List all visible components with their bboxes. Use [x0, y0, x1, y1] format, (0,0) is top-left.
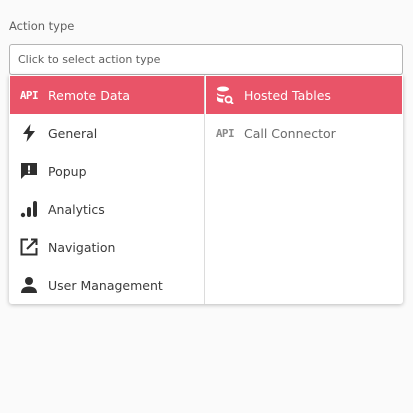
category-item-analytics[interactable]: Analytics — [10, 190, 204, 228]
action-list: Hosted Tables API Call Connector — [205, 75, 403, 304]
category-list: API Remote Data General Popup Analytics … — [9, 75, 205, 304]
lightning-icon — [20, 124, 38, 142]
database-search-icon — [216, 86, 234, 104]
category-label: Remote Data — [48, 87, 131, 103]
category-item-remote-data[interactable]: API Remote Data — [10, 76, 204, 114]
action-item-hosted-tables[interactable]: Hosted Tables — [206, 76, 402, 114]
bar-chart-icon — [20, 200, 38, 218]
person-icon — [20, 276, 38, 294]
category-item-navigation[interactable]: Navigation — [10, 228, 204, 266]
action-type-select[interactable]: Click to select action type — [9, 44, 403, 75]
category-item-general[interactable]: General — [10, 114, 204, 152]
popup-alert-icon — [20, 162, 38, 180]
action-label: Hosted Tables — [244, 87, 331, 103]
category-label: Navigation — [48, 239, 116, 255]
category-label: User Management — [48, 277, 163, 293]
field-label: Action type — [9, 19, 75, 33]
action-type-dropdown: API Remote Data General Popup Analytics … — [9, 75, 403, 304]
category-label: Analytics — [48, 201, 105, 217]
category-item-user-management[interactable]: User Management — [10, 266, 204, 304]
api-icon: API — [19, 88, 39, 102]
category-label: General — [48, 125, 98, 141]
action-label: Call Connector — [244, 125, 336, 141]
select-placeholder: Click to select action type — [18, 53, 161, 66]
category-item-popup[interactable]: Popup — [10, 152, 204, 190]
category-label: Popup — [48, 163, 87, 179]
action-item-call-connector[interactable]: API Call Connector — [206, 114, 402, 152]
api-icon: API — [215, 126, 235, 140]
open-in-new-icon — [20, 238, 38, 256]
